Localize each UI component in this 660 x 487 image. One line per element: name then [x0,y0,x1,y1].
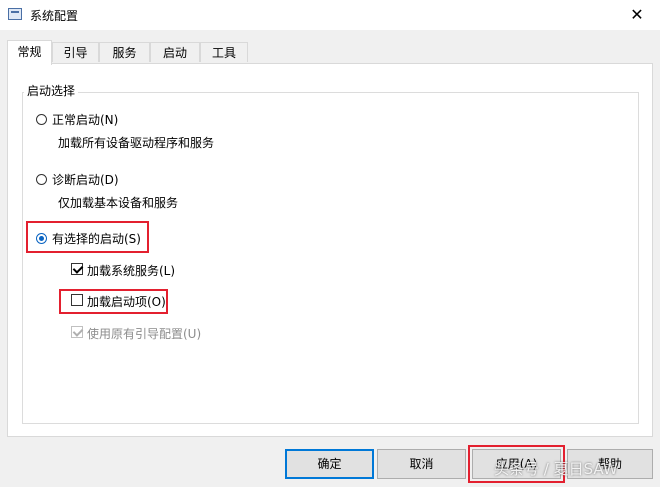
close-button[interactable]: ✕ [614,0,660,30]
load-startup-items-checkbox[interactable] [71,294,83,306]
tab-services[interactable]: 服务 [99,42,150,62]
ok-button[interactable]: 确定 [285,449,374,479]
selective-startup-radio[interactable] [36,233,47,244]
window-title: 系统配置 [30,9,79,23]
use-original-boot-config-checkbox [71,326,83,338]
diagnostic-startup-description: 仅加载基本设备和服务 [58,196,179,210]
tab-tools[interactable]: 工具 [200,42,248,62]
use-original-boot-config-label: 使用原有引导配置(U) [87,327,202,341]
tab-startup[interactable]: 启动 [150,42,200,62]
group-title: 启动选择 [24,82,79,99]
watermark: 头条号 / 夏日SAW [494,460,618,478]
load-system-services-checkbox[interactable] [71,263,83,275]
load-startup-items-label[interactable]: 加载启动项(O) [87,293,166,310]
tab-boot[interactable]: 引导 [52,42,99,62]
cancel-button[interactable]: 取消 [377,449,466,479]
diagnostic-startup-label[interactable]: 诊断启动(D) [52,171,119,188]
diagnostic-startup-radio[interactable] [36,174,47,185]
tab-general[interactable]: 常规 [7,40,52,65]
title-bar: 系统配置 ✕ [0,0,660,30]
normal-startup-description: 加载所有设备驱动程序和服务 [58,136,215,150]
load-system-services-label[interactable]: 加载系统服务(L) [87,262,175,279]
selective-startup-label[interactable]: 有选择的启动(S) [52,230,141,247]
system-config-icon [8,8,22,20]
normal-startup-radio[interactable] [36,114,47,125]
normal-startup-label[interactable]: 正常启动(N) [52,111,118,128]
